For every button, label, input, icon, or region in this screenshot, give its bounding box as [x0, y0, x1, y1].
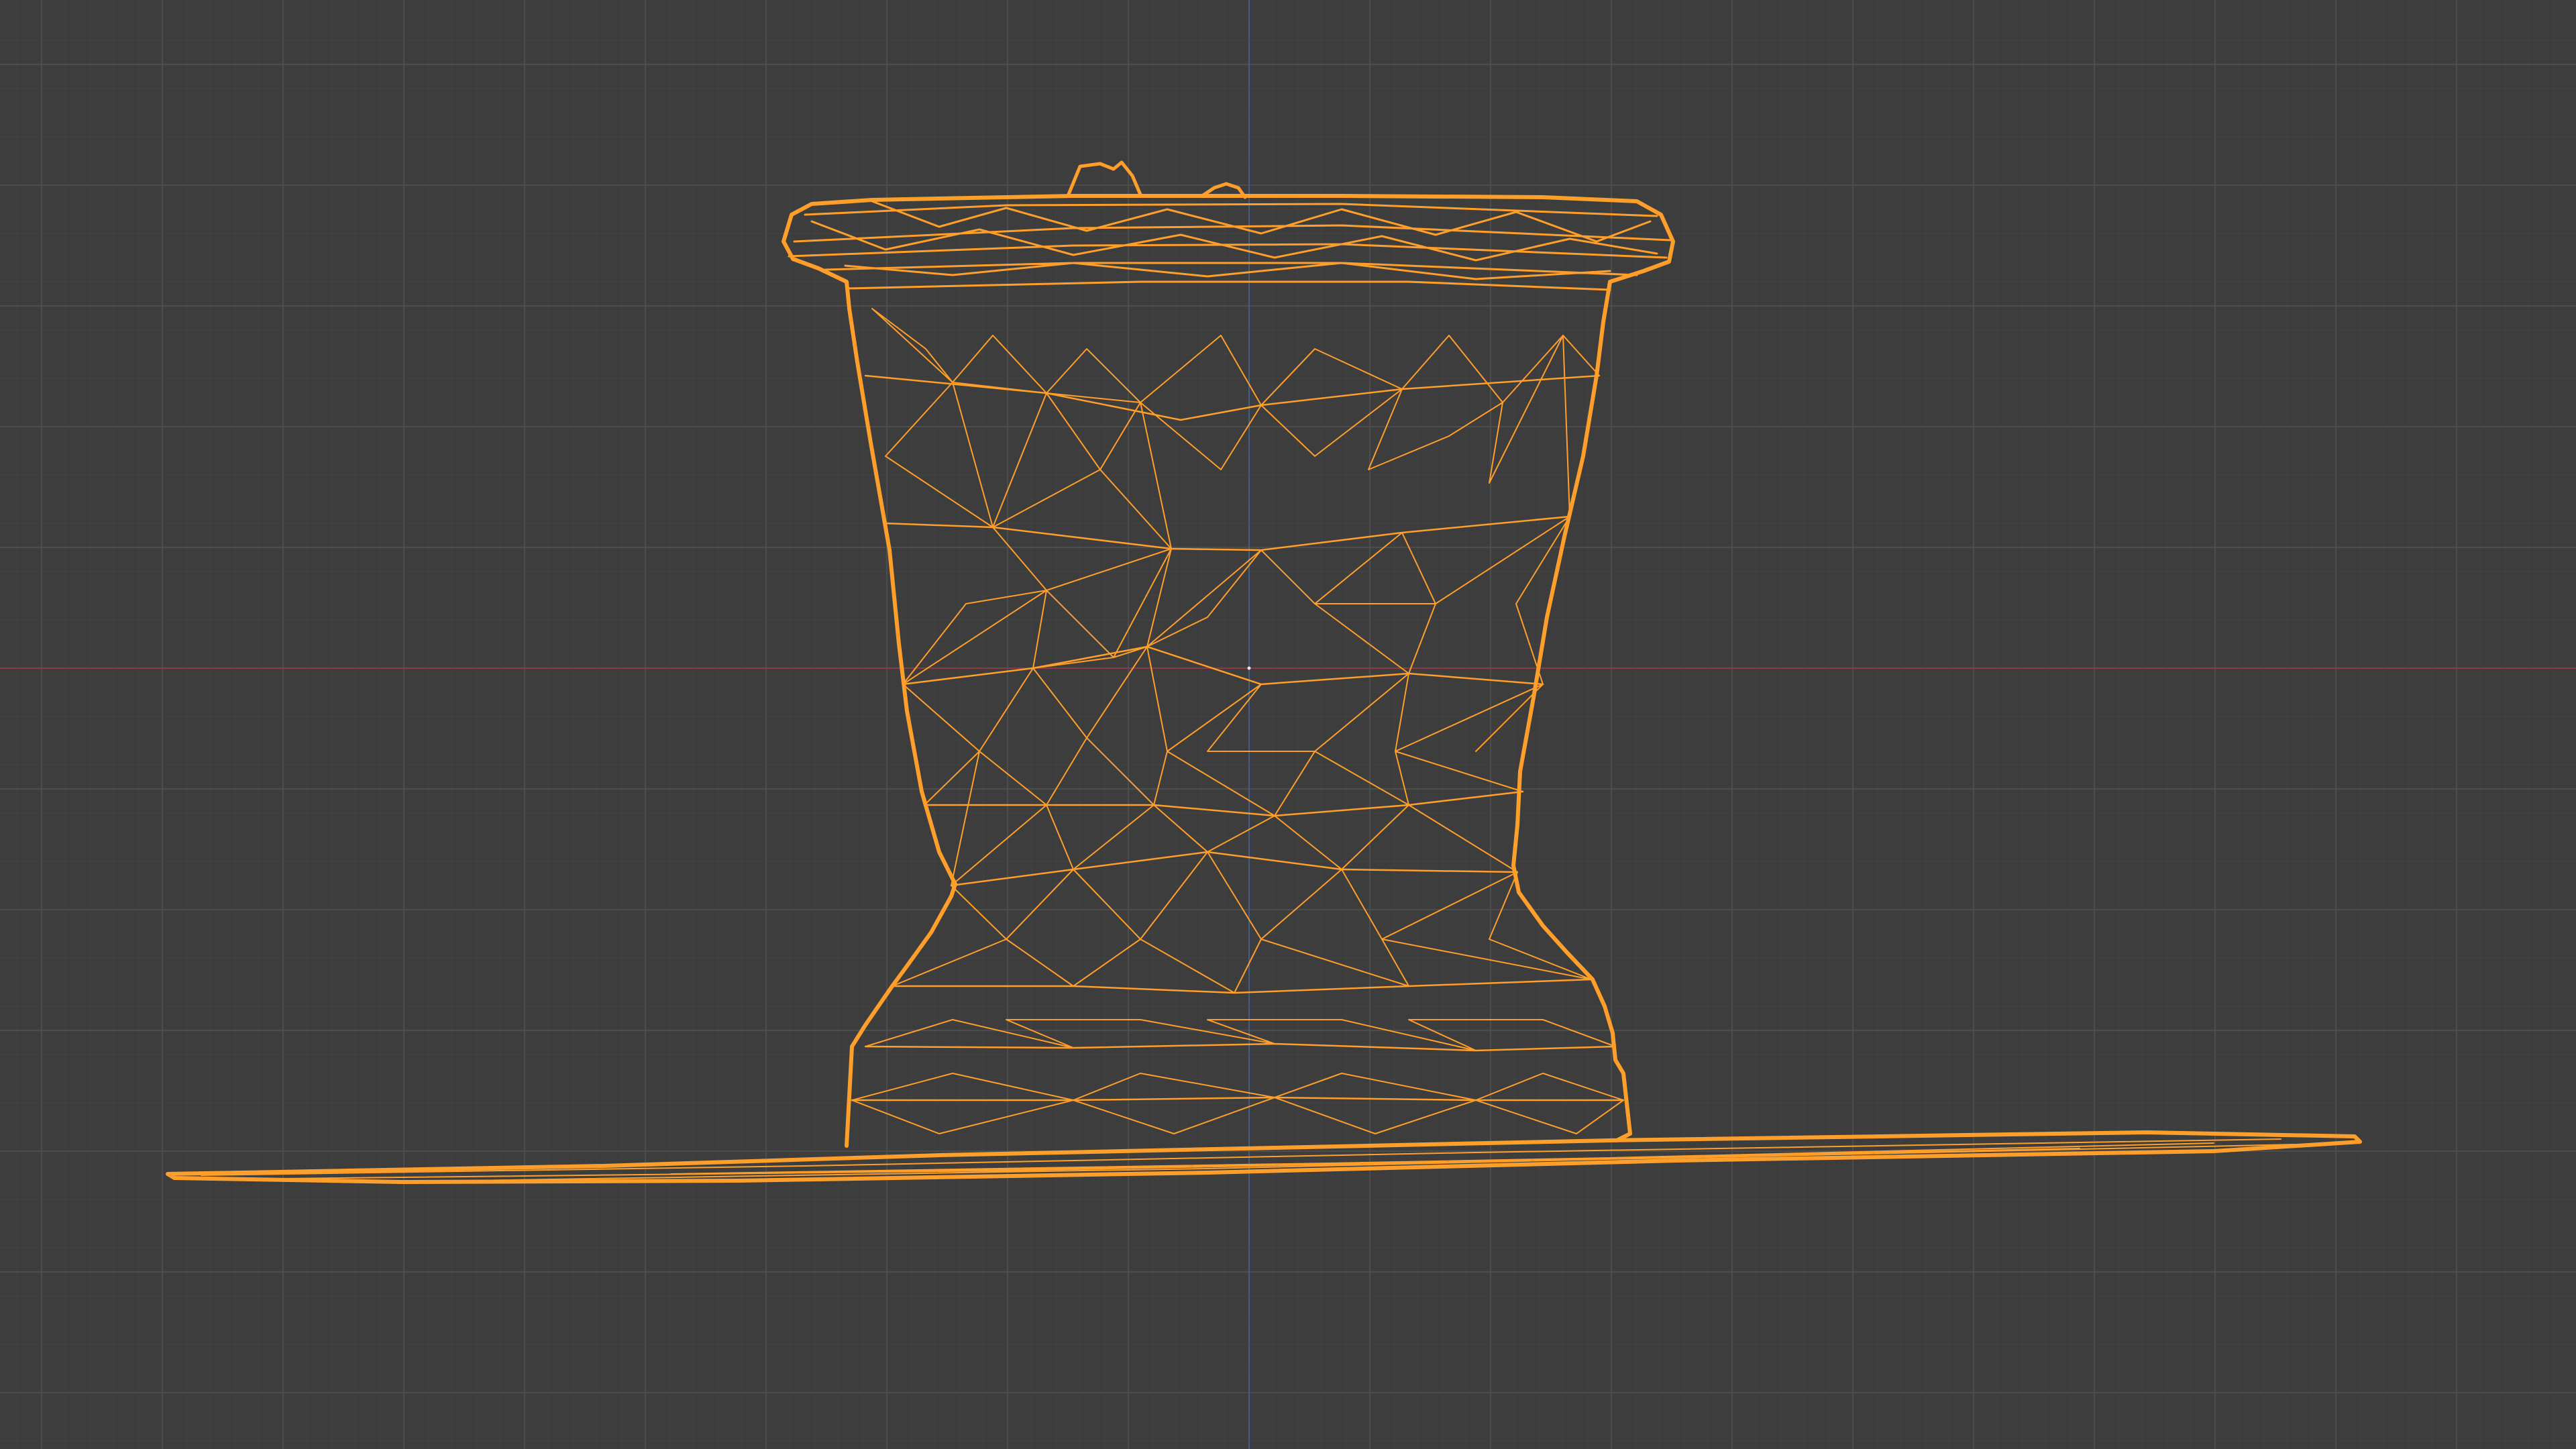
3d-cursor-dot — [1247, 666, 1251, 670]
vase-silhouette — [782, 194, 1675, 1148]
world-axes — [0, 0, 2576, 1449]
body-band-lines — [851, 374, 1625, 1102]
vase-wireframe-mesh[interactable] — [166, 160, 2362, 1184]
viewport-canvas[interactable] — [0, 0, 2576, 1449]
base-plate-lines — [201, 1138, 2295, 1181]
rim-band-lines — [788, 200, 1672, 291]
3d-viewport[interactable] — [0, 0, 2576, 1449]
body-mesh-triangles — [851, 308, 1624, 1134]
viewport-grid — [0, 0, 2576, 1449]
